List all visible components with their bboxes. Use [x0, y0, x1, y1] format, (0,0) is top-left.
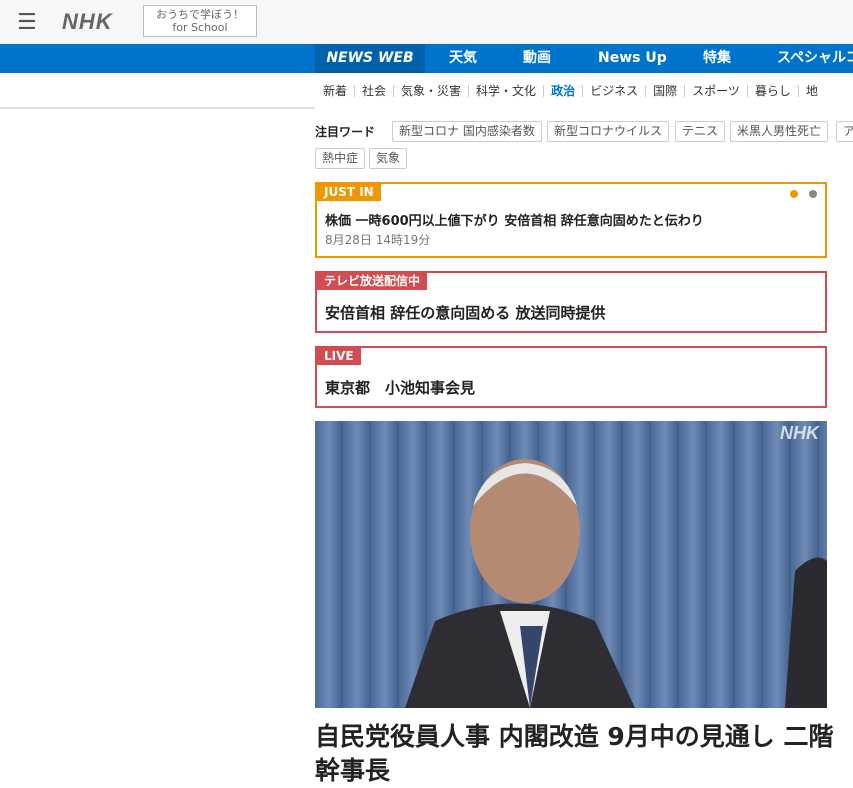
- tag[interactable]: 熱中症: [315, 148, 366, 169]
- divider: [0, 107, 315, 109]
- tag[interactable]: 米黒人男性死亡: [730, 121, 829, 142]
- cat-international[interactable]: 国際: [645, 84, 684, 97]
- nhk-logo[interactable]: NHK: [62, 9, 113, 35]
- cat-weather-disaster[interactable]: 気象・災害: [393, 84, 468, 97]
- cat-society[interactable]: 社会: [354, 84, 393, 97]
- cat-new[interactable]: 新着: [315, 85, 354, 97]
- nav-special-feature[interactable]: 特集: [703, 44, 731, 73]
- nav-news-web[interactable]: NEWS WEB: [315, 44, 425, 73]
- nav-news-up[interactable]: News Up: [598, 44, 667, 73]
- just-in-title[interactable]: 株価 一時600円以上値下がり 安倍首相 辞任意向固めたと伝わり: [325, 210, 704, 229]
- just-in-date: 8月28日 14時19分: [325, 233, 431, 247]
- cat-life[interactable]: 暮らし: [746, 84, 798, 97]
- tag[interactable]: 新型コロナ 国内感染者数: [392, 121, 542, 142]
- nav-special-content[interactable]: スペシャルコ: [777, 44, 853, 73]
- nhk-watermark: NHK: [780, 423, 819, 443]
- cat-region[interactable]: 地: [797, 84, 825, 97]
- main-nav: NEWS WEB 天気 動画 News Up 特集 スペシャルコ: [0, 44, 853, 73]
- tv-title[interactable]: 安倍首相 辞任の意向固める 放送同時提供: [325, 302, 605, 323]
- carousel-dot[interactable]: [809, 190, 817, 198]
- trending-label: 注目ワード: [315, 125, 376, 139]
- cat-politics[interactable]: 政治: [543, 84, 582, 97]
- nav-weather[interactable]: 天気: [449, 44, 477, 73]
- header: ☰ NHK おうちで学ぼう！ for School: [0, 0, 853, 44]
- top-story-headline[interactable]: 自民党役員人事 内閣改造 9月中の見通し 二階幹事長: [315, 720, 835, 788]
- carousel-dot-active[interactable]: [790, 190, 798, 198]
- cat-science-culture[interactable]: 科学・文化: [468, 84, 543, 97]
- cat-business[interactable]: ビジネス: [582, 84, 645, 97]
- nav-video[interactable]: 動画: [523, 44, 551, 73]
- tv-broadcast-box[interactable]: テレビ放送配信中 安倍首相 辞任の意向固める 放送同時提供: [315, 271, 827, 333]
- live-box[interactable]: LIVE 東京都 小池知事会見: [315, 346, 827, 408]
- just-in-badge: JUST IN: [317, 184, 381, 201]
- cat-sports[interactable]: スポーツ: [684, 84, 747, 97]
- tv-badge: テレビ放送配信中: [317, 273, 428, 290]
- live-title[interactable]: 東京都 小池知事会見: [325, 377, 475, 398]
- tag[interactable]: 気象: [369, 148, 408, 169]
- just-in-box[interactable]: JUST IN 株価 一時600円以上値下がり 安倍首相 辞任意向固めたと伝わり…: [315, 182, 827, 258]
- hamburger-menu-icon[interactable]: ☰: [17, 10, 37, 35]
- live-badge: LIVE: [317, 348, 361, 365]
- school-line2: for School: [172, 21, 228, 34]
- tag[interactable]: テニス: [675, 121, 726, 142]
- tag[interactable]: 新型コロナウイルス: [547, 121, 670, 142]
- for-school-button[interactable]: おうちで学ぼう！ for School: [143, 5, 257, 37]
- category-nav: 新着 社会 気象・災害 科学・文化 政治 ビジネス 国際 スポーツ 暮らし 地: [315, 73, 825, 108]
- top-story-image[interactable]: NHK: [315, 421, 827, 708]
- tag[interactable]: ア: [836, 121, 853, 142]
- speaker-figure: [405, 459, 827, 708]
- school-line1: おうちで学ぼう！: [156, 8, 244, 21]
